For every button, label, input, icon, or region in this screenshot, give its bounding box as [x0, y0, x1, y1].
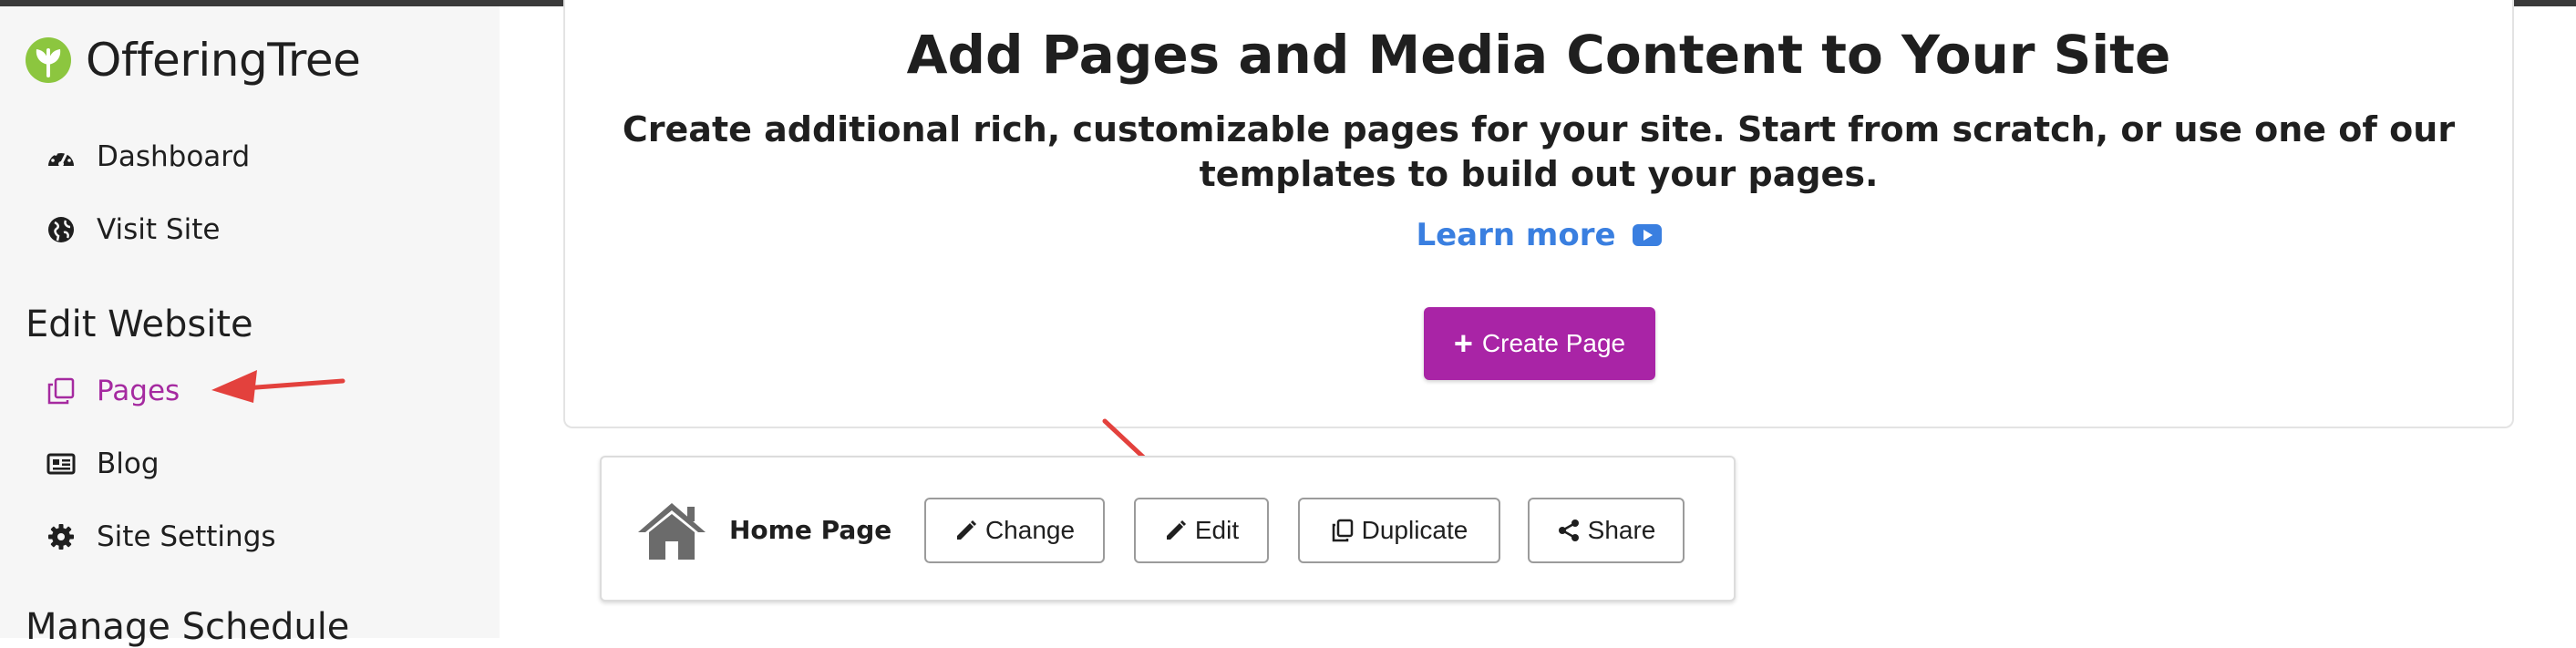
learn-more-link[interactable]: Learn more: [565, 217, 2512, 253]
duplicate-label: Duplicate: [1361, 516, 1468, 544]
dashboard-icon: [46, 141, 77, 172]
home-page-row: Home Page Change Edit Duplicate Share: [600, 456, 1736, 602]
app-name: OfferingTree: [86, 34, 361, 87]
sidebar-item-label: Dashboard: [97, 140, 251, 173]
sidebar-item-blog[interactable]: Blog: [46, 447, 160, 480]
gear-icon: [46, 521, 77, 552]
page-subtitle: Create additional rich, customizable pag…: [622, 109, 2456, 194]
add-pages-card: Add Pages and Media Content to Your Site…: [563, 0, 2514, 428]
leaf-logo-icon: [26, 37, 71, 83]
duplicate-button[interactable]: Duplicate: [1298, 498, 1500, 563]
app-logo[interactable]: OfferingTree: [26, 34, 361, 87]
edit-button[interactable]: Edit: [1134, 498, 1269, 563]
edit-label: Edit: [1194, 516, 1240, 544]
sidebar-item-label: Site Settings: [97, 520, 276, 553]
newspaper-icon: [46, 448, 77, 479]
section-title-manage-schedule: Manage Schedule: [26, 606, 350, 648]
sidebar-item-pages[interactable]: Pages: [46, 375, 180, 407]
section-title-edit-website: Edit Website: [26, 303, 253, 345]
plus-icon: +: [1453, 324, 1473, 362]
create-page-button[interactable]: + Create Page: [1424, 307, 1655, 380]
copy-icon: [1332, 519, 1353, 542]
share-icon: [1558, 519, 1579, 541]
learn-more-label: Learn more: [1416, 217, 1616, 253]
change-button[interactable]: Change: [924, 498, 1105, 563]
pages-icon: [46, 375, 77, 406]
video-play-icon: [1632, 224, 1662, 246]
sidebar-item-visit-site[interactable]: Visit Site: [46, 213, 220, 246]
home-icon: [638, 503, 706, 560]
sidebar: OfferingTree Dashboard Visit Site Edit W…: [0, 6, 500, 648]
sidebar-item-site-settings[interactable]: Site Settings: [46, 520, 276, 553]
sidebar-item-dashboard[interactable]: Dashboard: [46, 140, 250, 173]
page-title: Add Pages and Media Content to Your Site: [906, 24, 2171, 86]
sidebar-item-label: Visit Site: [97, 213, 221, 246]
pencil-icon: [1166, 519, 1186, 540]
create-page-label: Create Page: [1481, 329, 1626, 357]
share-button[interactable]: Share: [1528, 498, 1685, 563]
share-label: Share: [1587, 516, 1656, 544]
globe-icon: [46, 214, 77, 245]
annotation-arrow-pages: [211, 370, 345, 403]
home-page-label: Home Page: [729, 515, 892, 545]
change-label: Change: [984, 516, 1076, 544]
sidebar-item-label: Blog: [97, 447, 160, 480]
sidebar-item-label: Pages: [97, 375, 180, 407]
pencil-icon: [956, 519, 977, 540]
